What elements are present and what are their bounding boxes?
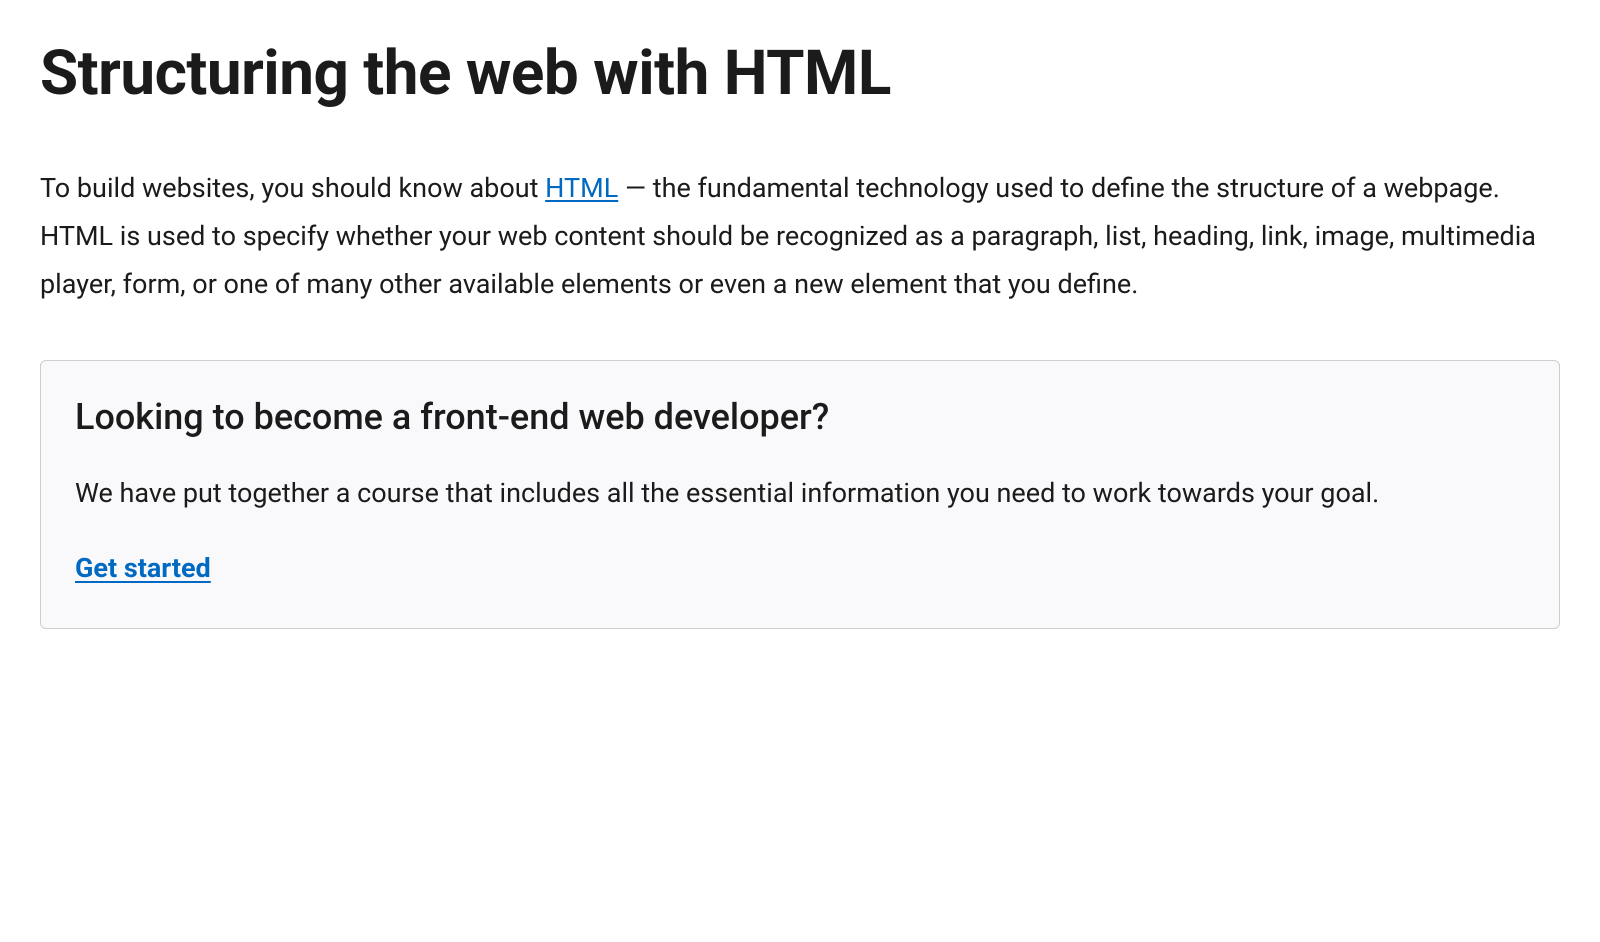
callout-box: Looking to become a front-end web develo… <box>40 360 1560 628</box>
callout-title: Looking to become a front-end web develo… <box>75 395 1525 440</box>
intro-paragraph: To build websites, you should know about… <box>40 164 1560 308</box>
callout-body: We have put together a course that inclu… <box>75 470 1525 517</box>
html-link[interactable]: HTML <box>545 172 618 204</box>
page-title: Structuring the web with HTML <box>40 40 1560 108</box>
intro-text-pre: To build websites, you should know about <box>40 172 545 204</box>
get-started-link[interactable]: Get started <box>75 552 211 584</box>
